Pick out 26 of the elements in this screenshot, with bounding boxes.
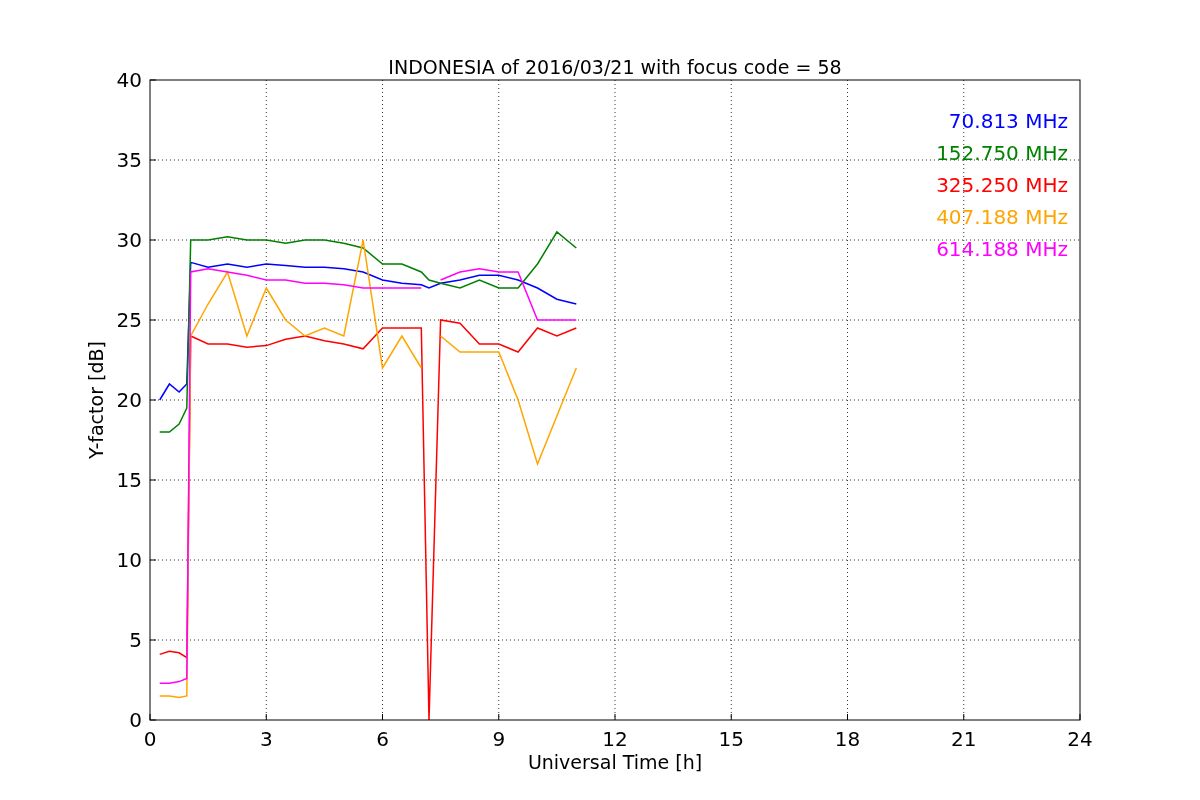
x-tick-label: 6 <box>376 727 389 751</box>
x-tick-label: 18 <box>834 727 861 751</box>
y-tick-label: 35 <box>116 148 142 172</box>
y-tick-label: 0 <box>129 708 142 732</box>
x-axis-label: Universal Time [h] <box>527 751 703 773</box>
chart-title: INDONESIA of 2016/03/21 with focus code = 58 <box>388 56 842 78</box>
y-tick-label: 15 <box>116 468 142 492</box>
y-tick-label: 40 <box>116 68 142 92</box>
legend-entry: 407.188 MHz <box>936 205 1068 229</box>
x-tick-label: 9 <box>492 727 506 751</box>
x-tick-label: 12 <box>602 727 628 751</box>
x-tick-label: 21 <box>951 727 977 751</box>
legend-entry: 325.250 MHz <box>936 173 1068 197</box>
y-tick-label: 20 <box>116 388 142 412</box>
y-tick-label: 25 <box>116 308 142 332</box>
y-tick-label: 5 <box>129 628 142 652</box>
y-tick-label: 30 <box>116 228 142 252</box>
y-axis-label: Y-factor [dB] <box>85 341 107 459</box>
x-tick-label: 24 <box>1067 727 1093 751</box>
x-tick-label: 15 <box>718 727 744 751</box>
x-tick-label: 3 <box>259 727 273 751</box>
x-tick-label: 0 <box>143 727 157 751</box>
legend-entry: 152.750 MHz <box>936 141 1068 165</box>
legend-entry: 70.813 MHz <box>948 109 1068 133</box>
y-tick-label: 10 <box>116 548 142 572</box>
legend-entry: 614.188 MHz <box>936 237 1068 261</box>
